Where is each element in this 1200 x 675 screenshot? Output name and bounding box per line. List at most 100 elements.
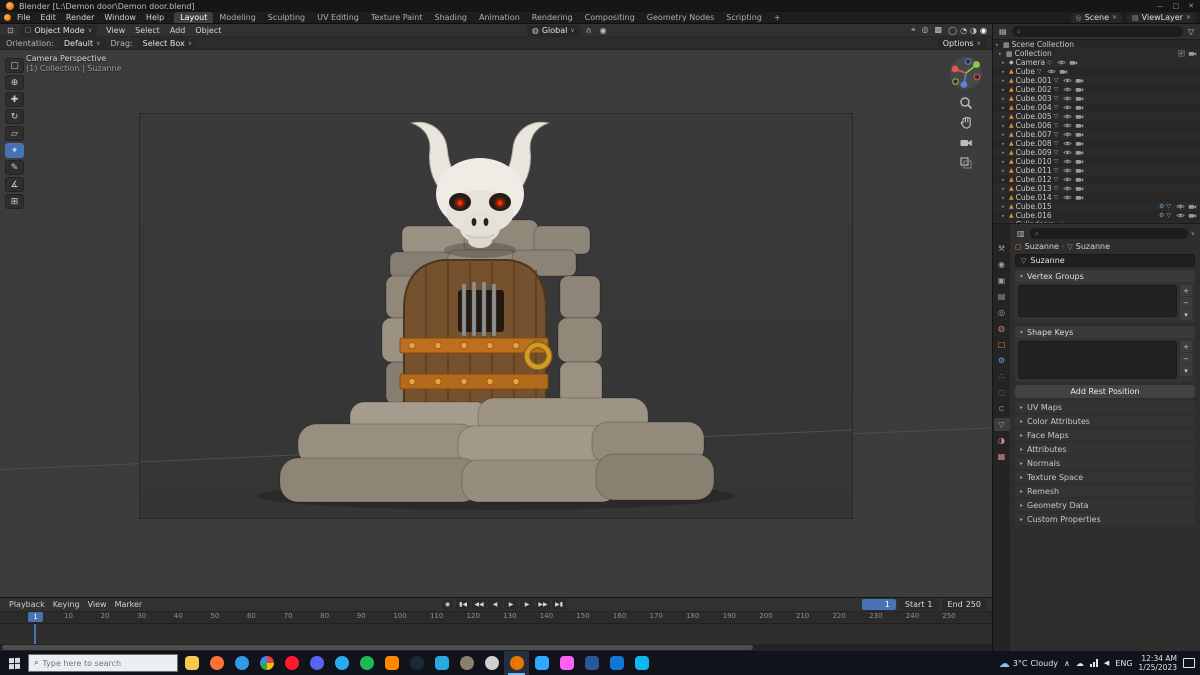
hide-in-render-camera-icon[interactable]: [1070, 221, 1079, 223]
tab-tool-properties[interactable]: ⚒: [994, 242, 1010, 255]
outliner-item-cylinder[interactable]: ▸ ▲ Cylinder ▽: [993, 220, 1200, 223]
collapsed-panel-header[interactable]: ▸ Texture Space: [1015, 471, 1195, 483]
taskbar-app-opera[interactable]: [279, 651, 304, 675]
outliner-item-cube-005[interactable]: ▸ ▲ Cube.005 ▽: [993, 112, 1200, 121]
breadcrumb-data[interactable]: Suzanne: [1076, 242, 1110, 251]
hide-in-viewport-eye-icon[interactable]: [1063, 131, 1073, 138]
tab-object-properties[interactable]: □: [994, 338, 1010, 351]
timeline-scrollbar[interactable]: [0, 644, 992, 651]
workspace-tab[interactable]: UV Editing: [311, 12, 365, 23]
timeline-menu-item[interactable]: Keying: [49, 600, 84, 609]
outliner-item-cube-013[interactable]: ▸ ▲ Cube.013 ▽: [993, 184, 1200, 193]
vertex-group-specials-menu[interactable]: ▾: [1180, 309, 1192, 320]
taskbar-app-unity[interactable]: [479, 651, 504, 675]
add-shape-key-button[interactable]: +: [1180, 341, 1192, 352]
taskbar-app-store[interactable]: [629, 651, 654, 675]
tab-physics-properties[interactable]: ◌: [994, 386, 1010, 399]
workspace-tab[interactable]: Layout: [174, 12, 214, 23]
vertex-groups-list[interactable]: [1018, 285, 1177, 317]
expand-caret-icon[interactable]: ▸: [1002, 177, 1007, 183]
expand-caret-icon[interactable]: ▸: [1002, 114, 1007, 120]
taskbar-app-edge[interactable]: [229, 651, 254, 675]
hide-in-render-camera-icon[interactable]: [1075, 194, 1084, 201]
weather-widget[interactable]: ☁ 3°C Cloudy: [999, 657, 1058, 670]
hide-in-render-camera-icon[interactable]: [1059, 68, 1068, 75]
minimize-button[interactable]: —: [1157, 2, 1164, 10]
outliner-item-cube-003[interactable]: ▸ ▲ Cube.003 ▽: [993, 94, 1200, 103]
taskbar-app-file-explorer[interactable]: [179, 651, 204, 675]
hide-in-viewport-eye-icon[interactable]: [1063, 176, 1073, 183]
taskbar-app-chrome[interactable]: [254, 651, 279, 675]
workspace-tab[interactable]: Scripting: [720, 12, 768, 23]
expand-caret-icon[interactable]: ▸: [1002, 123, 1007, 129]
workspace-tab[interactable]: Compositing: [579, 12, 641, 23]
taskbar-search-input[interactable]: [42, 658, 153, 668]
frame-end-field[interactable]: End 250: [941, 599, 987, 610]
taskbar-app-discord[interactable]: [304, 651, 329, 675]
hide-in-viewport-eye-icon[interactable]: [1063, 77, 1073, 84]
outliner-item-cube-002[interactable]: ▸ ▲ Cube.002 ▽: [993, 85, 1200, 94]
hide-in-render-camera-icon[interactable]: [1075, 86, 1084, 93]
hide-in-viewport-eye-icon[interactable]: [1063, 158, 1073, 165]
taskbar-app-photoshop[interactable]: [529, 651, 554, 675]
jump-to-start-button[interactable]: ▮◀: [456, 599, 471, 610]
hide-in-render-camera-icon[interactable]: [1069, 59, 1078, 66]
hide-in-viewport-eye-icon[interactable]: [1056, 59, 1066, 66]
camera-view-icon[interactable]: [959, 136, 973, 150]
timeline-menu-item[interactable]: Playback: [5, 600, 49, 609]
snap-magnet-icon[interactable]: ∩: [584, 26, 594, 35]
expand-caret-icon[interactable]: ▸: [999, 51, 1004, 57]
menubar-item[interactable]: Window: [99, 13, 141, 22]
viewport-menu-item[interactable]: Add: [165, 26, 191, 35]
workspace-tab[interactable]: Animation: [473, 12, 526, 23]
taskbar-app-spotify[interactable]: [354, 651, 379, 675]
proportional-editing-icon[interactable]: ◉: [598, 26, 609, 35]
workspace-tab[interactable]: Rendering: [526, 12, 579, 23]
hide-in-viewport-eye-icon[interactable]: [1063, 149, 1073, 156]
expand-caret-icon[interactable]: ▸: [1002, 96, 1007, 102]
taskbar-app-vlc[interactable]: [379, 651, 404, 675]
clock[interactable]: 12:34 AM 1/25/2023: [1139, 654, 1177, 672]
prev-frame-button[interactable]: ◀: [488, 599, 503, 610]
network-icon[interactable]: [1089, 659, 1098, 667]
outliner-item-cube-015[interactable]: ▸ ▲ Cube.015 ⚙ ▽: [993, 202, 1200, 211]
tab-scene-properties[interactable]: ◎: [994, 306, 1010, 319]
hide-in-render-camera-icon[interactable]: [1075, 113, 1084, 120]
shading-rendered-icon[interactable]: ◉: [980, 26, 987, 35]
breadcrumb-object[interactable]: Suzanne: [1025, 242, 1059, 251]
outliner-item-cube-009[interactable]: ▸ ▲ Cube.009 ▽: [993, 148, 1200, 157]
collapsed-panel-header[interactable]: ▸ Attributes: [1015, 443, 1195, 455]
tool-transform[interactable]: ⌖: [5, 143, 24, 158]
collapsed-panel-header[interactable]: ▸ UV Maps: [1015, 401, 1195, 413]
hide-in-render-camera-icon[interactable]: [1075, 95, 1084, 102]
next-frame-button[interactable]: ▶: [520, 599, 535, 610]
hide-in-render-camera-icon[interactable]: [1075, 167, 1084, 174]
menubar-item[interactable]: File: [12, 13, 35, 22]
viewport-menu-item[interactable]: Select: [130, 26, 165, 35]
mesh-name-field[interactable]: ▽ Suzanne: [1015, 254, 1195, 267]
expand-caret-icon[interactable]: ▸: [1002, 204, 1007, 210]
expand-caret-icon[interactable]: ▸: [1002, 222, 1007, 224]
zoom-icon[interactable]: [959, 96, 973, 110]
hide-in-render-camera-icon[interactable]: [1188, 203, 1197, 210]
filter-icon[interactable]: ▽: [1186, 27, 1196, 36]
expand-caret-icon[interactable]: ▸: [1002, 132, 1007, 138]
taskbar-app-telegram[interactable]: [329, 651, 354, 675]
taskbar-app-xd[interactable]: [554, 651, 579, 675]
blender-menu-icon[interactable]: [4, 14, 11, 21]
tab-particle-properties[interactable]: ∴: [994, 370, 1010, 383]
add-rest-position-button[interactable]: Add Rest Position: [1015, 385, 1195, 398]
workspace-tab[interactable]: Modeling: [213, 12, 261, 23]
play-button[interactable]: ▶: [504, 599, 519, 610]
taskbar-app-word[interactable]: [579, 651, 604, 675]
outliner-item-cube-008[interactable]: ▸ ▲ Cube.008 ▽: [993, 139, 1200, 148]
toggle-xray-icon[interactable]: ▩: [933, 25, 945, 35]
expand-caret-icon[interactable]: ▸: [1002, 60, 1007, 66]
hide-in-viewport-eye-icon[interactable]: [1063, 86, 1073, 93]
hide-in-render-camera-icon[interactable]: [1075, 122, 1084, 129]
hidden-icons-chevron[interactable]: ∧: [1064, 659, 1070, 668]
tab-output-properties[interactable]: ▣: [994, 274, 1010, 287]
menubar-item[interactable]: Render: [61, 13, 99, 22]
taskbar-app-steam[interactable]: [404, 651, 429, 675]
expand-caret-icon[interactable]: ▸: [1002, 186, 1007, 192]
